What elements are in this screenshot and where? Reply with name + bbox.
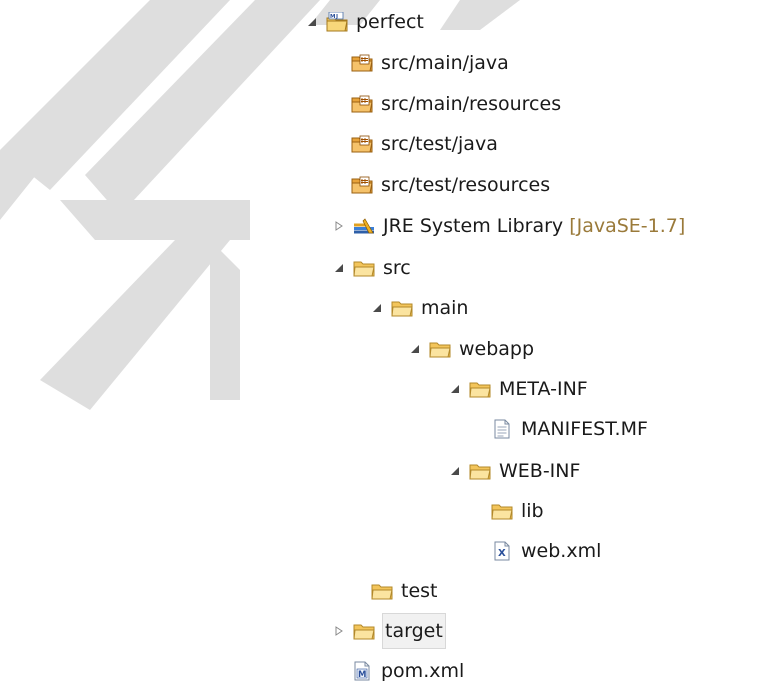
tree-item-label: pom.xml <box>381 660 465 681</box>
expand-arrow-icon[interactable] <box>333 625 345 637</box>
tree-item-src-test-java[interactable]: src/test/java <box>351 127 498 161</box>
tree-item-src[interactable]: src <box>333 251 411 285</box>
collapse-arrow-icon[interactable] <box>371 302 383 314</box>
tree-item-label: perfect <box>356 11 424 33</box>
tree-item-test[interactable]: test <box>371 574 438 608</box>
xml-file-icon: X <box>491 541 513 561</box>
expand-arrow-icon[interactable] <box>333 220 345 232</box>
tree-item-label: META-INF <box>499 378 588 400</box>
collapse-arrow-icon[interactable] <box>306 16 318 28</box>
tree-item-webapp[interactable]: webapp <box>409 332 534 366</box>
collapse-arrow-icon[interactable] <box>409 343 421 355</box>
tree-item-decoration: [JavaSE-1.7] <box>569 215 686 237</box>
tree-item-src-test-resources[interactable]: src/test/resources <box>351 168 550 202</box>
folder-icon <box>491 501 513 521</box>
tree-item-label: WEB-INF <box>499 460 581 482</box>
svg-text:M: M <box>330 14 335 20</box>
project-tree: M Jperfect src/main/java src/main/resources… <box>0 0 778 681</box>
source-folder-icon <box>351 134 373 154</box>
tree-item-label: MANIFEST.MF <box>521 418 648 440</box>
tree-item-label: lib <box>521 500 544 522</box>
collapse-arrow-icon[interactable] <box>333 262 345 274</box>
folder-icon <box>469 379 491 399</box>
folder-icon <box>391 298 413 318</box>
tree-item-label: test <box>401 580 438 602</box>
tree-item-main[interactable]: main <box>371 291 468 325</box>
tree-item-label: JRE System Library <box>383 215 564 237</box>
svg-text:M: M <box>358 670 366 680</box>
tree-item-label: src/test/java <box>381 133 498 155</box>
svg-text:J: J <box>335 14 338 20</box>
tree-item-label: src <box>383 257 411 279</box>
folder-icon <box>371 581 393 601</box>
tree-item-label: webapp <box>459 338 535 360</box>
folder-icon <box>469 461 491 481</box>
tree-item-web-xml[interactable]: Xweb.xml <box>491 534 601 568</box>
folder-icon <box>429 339 451 359</box>
source-folder-icon <box>351 175 373 195</box>
tree-item-label: src/test/resources <box>381 174 551 196</box>
source-folder-icon <box>351 53 373 73</box>
folder-icon <box>353 258 375 278</box>
svg-text:X: X <box>498 548 506 559</box>
tree-item-manifest-mf[interactable]: MANIFEST.MF <box>491 412 648 446</box>
tree-item-label: target <box>382 613 446 649</box>
tree-item-lib[interactable]: lib <box>491 494 544 528</box>
tree-item-label: src/main/java <box>381 52 509 74</box>
tree-item-src-main-java[interactable]: src/main/java <box>351 46 509 80</box>
library-icon <box>353 216 375 236</box>
tree-item-label: src/main/resources <box>381 93 562 115</box>
tree-item-jre-system-library[interactable]: JRE System Library [JavaSE-1.7] <box>333 209 685 243</box>
tree-item-target[interactable]: target <box>333 613 446 649</box>
collapse-arrow-icon[interactable] <box>449 465 461 477</box>
project-explorer: M Jperfect src/main/java src/main/resources… <box>0 0 778 681</box>
collapse-arrow-icon[interactable] <box>449 383 461 395</box>
source-folder-icon <box>351 94 373 114</box>
tree-item-label: web.xml <box>521 540 602 562</box>
tree-item-meta-inf[interactable]: META-INF <box>449 372 588 406</box>
tree-item-perfect[interactable]: M Jperfect <box>306 5 424 39</box>
text-file-icon <box>491 419 513 439</box>
tree-item-pom-xml[interactable]: Mpom.xml <box>351 654 464 681</box>
folder-icon <box>353 621 375 641</box>
tree-item-src-main-resources[interactable]: src/main/resources <box>351 87 561 121</box>
maven-project-icon: MJ <box>326 12 348 32</box>
maven-pom-icon: M <box>351 661 373 681</box>
tree-item-web-inf[interactable]: WEB-INF <box>449 454 580 488</box>
tree-item-label: main <box>421 297 469 319</box>
